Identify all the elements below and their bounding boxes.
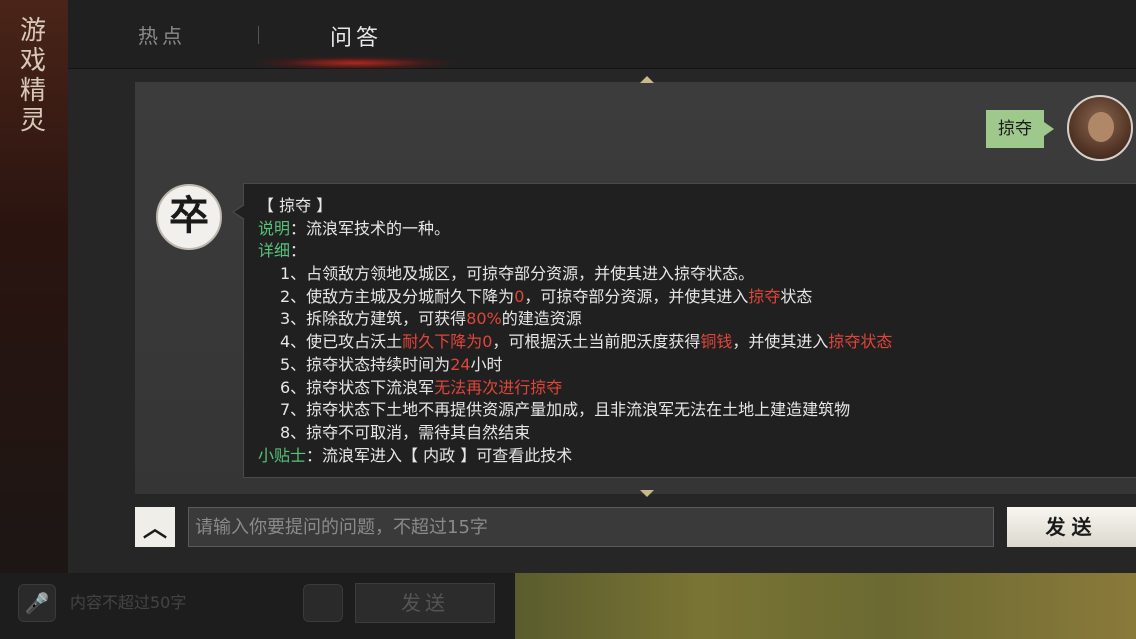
message-text: 1、占领敌方领地及城区，可掠夺部分资源，并使其进入掠夺状态。 [280,264,755,284]
background-send-button: 发送 [355,583,495,623]
bot-message-line: 【 掠夺 】 [258,195,1118,218]
bot-message-line: 4、使已攻占沃土耐久下降为0，可根据沃土当前肥沃度获得铜钱，并使其进入掠夺状态 [258,331,1118,354]
panel-title: 游 戏 精 灵 [16,16,50,136]
user-message-bubble: 掠夺 [986,110,1054,148]
message-text: ：流浪军技术的一种。 [290,218,451,238]
title-char: 游 [19,16,46,46]
user-avatar-face [1088,112,1114,142]
message-text: ，并使其进入 [732,332,829,352]
bot-message-line: 7、掠夺状态下土地不再提供资源产量加成，且非流浪军无法在土地上建造建筑物 [258,399,1118,422]
bot-message-line: 1、占领敌方领地及城区，可掠夺部分资源，并使其进入掠夺状态。 [258,263,1118,286]
message-text: 4、使已攻占沃土 [280,332,403,352]
title-char: 灵 [19,106,46,136]
message-text: 小时 [470,354,503,374]
message-text: ，可掠夺部分资源，并使其进入 [524,286,749,306]
background-map [515,573,1136,639]
bot-message-text: 【 掠夺 】说明：流浪军技术的一种。 详细： 1、占领敌方领地及城区，可掠夺部分资源… [258,195,1118,467]
highlight-text: 掠夺 [748,286,781,306]
message-text: 【 掠夺 】 [258,196,333,215]
highlight-text: 24 [450,354,471,374]
expand-button[interactable]: ︿ [135,507,175,547]
question-input[interactable] [188,507,994,547]
highlight-text: 0 [514,286,525,306]
highlight-text: 掠夺状态 [828,332,893,352]
active-tab-glow [255,56,455,70]
background-chat-input: 内容不超过50字 [70,593,187,612]
highlight-text: 说明 [258,218,291,238]
tab-qa[interactable]: 问答 [330,20,382,52]
bot-message-line: 2、使敌方主城及分城耐久下降为0，可掠夺部分资源，并使其进入掠夺状态 [258,286,1118,309]
message-text: 7、掠夺状态下土地不再提供资源产量加成，且非流浪军无法在土地上建造建筑物 [280,400,851,420]
highlight-text: 无法再次进行掠夺 [434,377,563,397]
emoji-icon [303,584,343,622]
bot-message-line: 小贴士：流浪军进入【 内政 】可查看此技术 [258,445,1118,468]
message-text: 状态 [780,286,813,306]
chevron-up-icon: ︿ [143,514,167,542]
tab-hot[interactable]: 热点 [138,20,186,49]
message-text: 的建造资源 [501,309,582,329]
tab-divider [258,26,259,44]
title-char: 精 [19,76,46,106]
bot-message-line: 5、掠夺状态持续时间为24小时 [258,354,1118,377]
highlight-text: 耐久下降为0 [402,332,493,352]
message-text: ：流浪军进入【 内政 】可查看此技术 [306,445,573,465]
message-text: 3、拆除敌方建筑，可获得 [280,309,467,329]
message-text: ： [290,241,307,261]
bot-message-line: 详细： [258,240,1118,263]
title-char: 戏 [19,46,46,76]
scroll-down-arrow-icon[interactable] [640,490,654,497]
highlight-text: 铜钱 [700,332,733,352]
scroll-up-arrow-icon[interactable] [640,76,654,83]
message-text: 5、掠夺状态持续时间为 [280,354,451,374]
bot-avatar: 卒 [156,184,222,250]
message-text: 8、掠夺不可取消，需待其自然结束 [280,422,531,442]
bot-message-line: 6、掠夺状态下流浪军无法再次进行掠夺 [258,377,1118,400]
bot-message-line: 8、掠夺不可取消，需待其自然结束 [258,422,1118,445]
highlight-text: 小贴士 [258,445,307,465]
message-text: 2、使敌方主城及分城耐久下降为 [280,286,515,306]
highlight-text: 80% [466,309,502,329]
message-text: ，可根据沃土当前肥沃度获得 [492,332,701,352]
bot-message-line: 说明：流浪军技术的一种。 [258,218,1118,241]
highlight-text: 详细 [258,241,291,261]
message-text: 6、掠夺状态下流浪军 [280,377,435,397]
tab-bar [68,0,1136,69]
microphone-icon: 🎤 [18,584,56,622]
bot-message-line: 3、拆除敌方建筑，可获得80%的建造资源 [258,308,1118,331]
send-button[interactable]: 发送 [1007,507,1136,547]
